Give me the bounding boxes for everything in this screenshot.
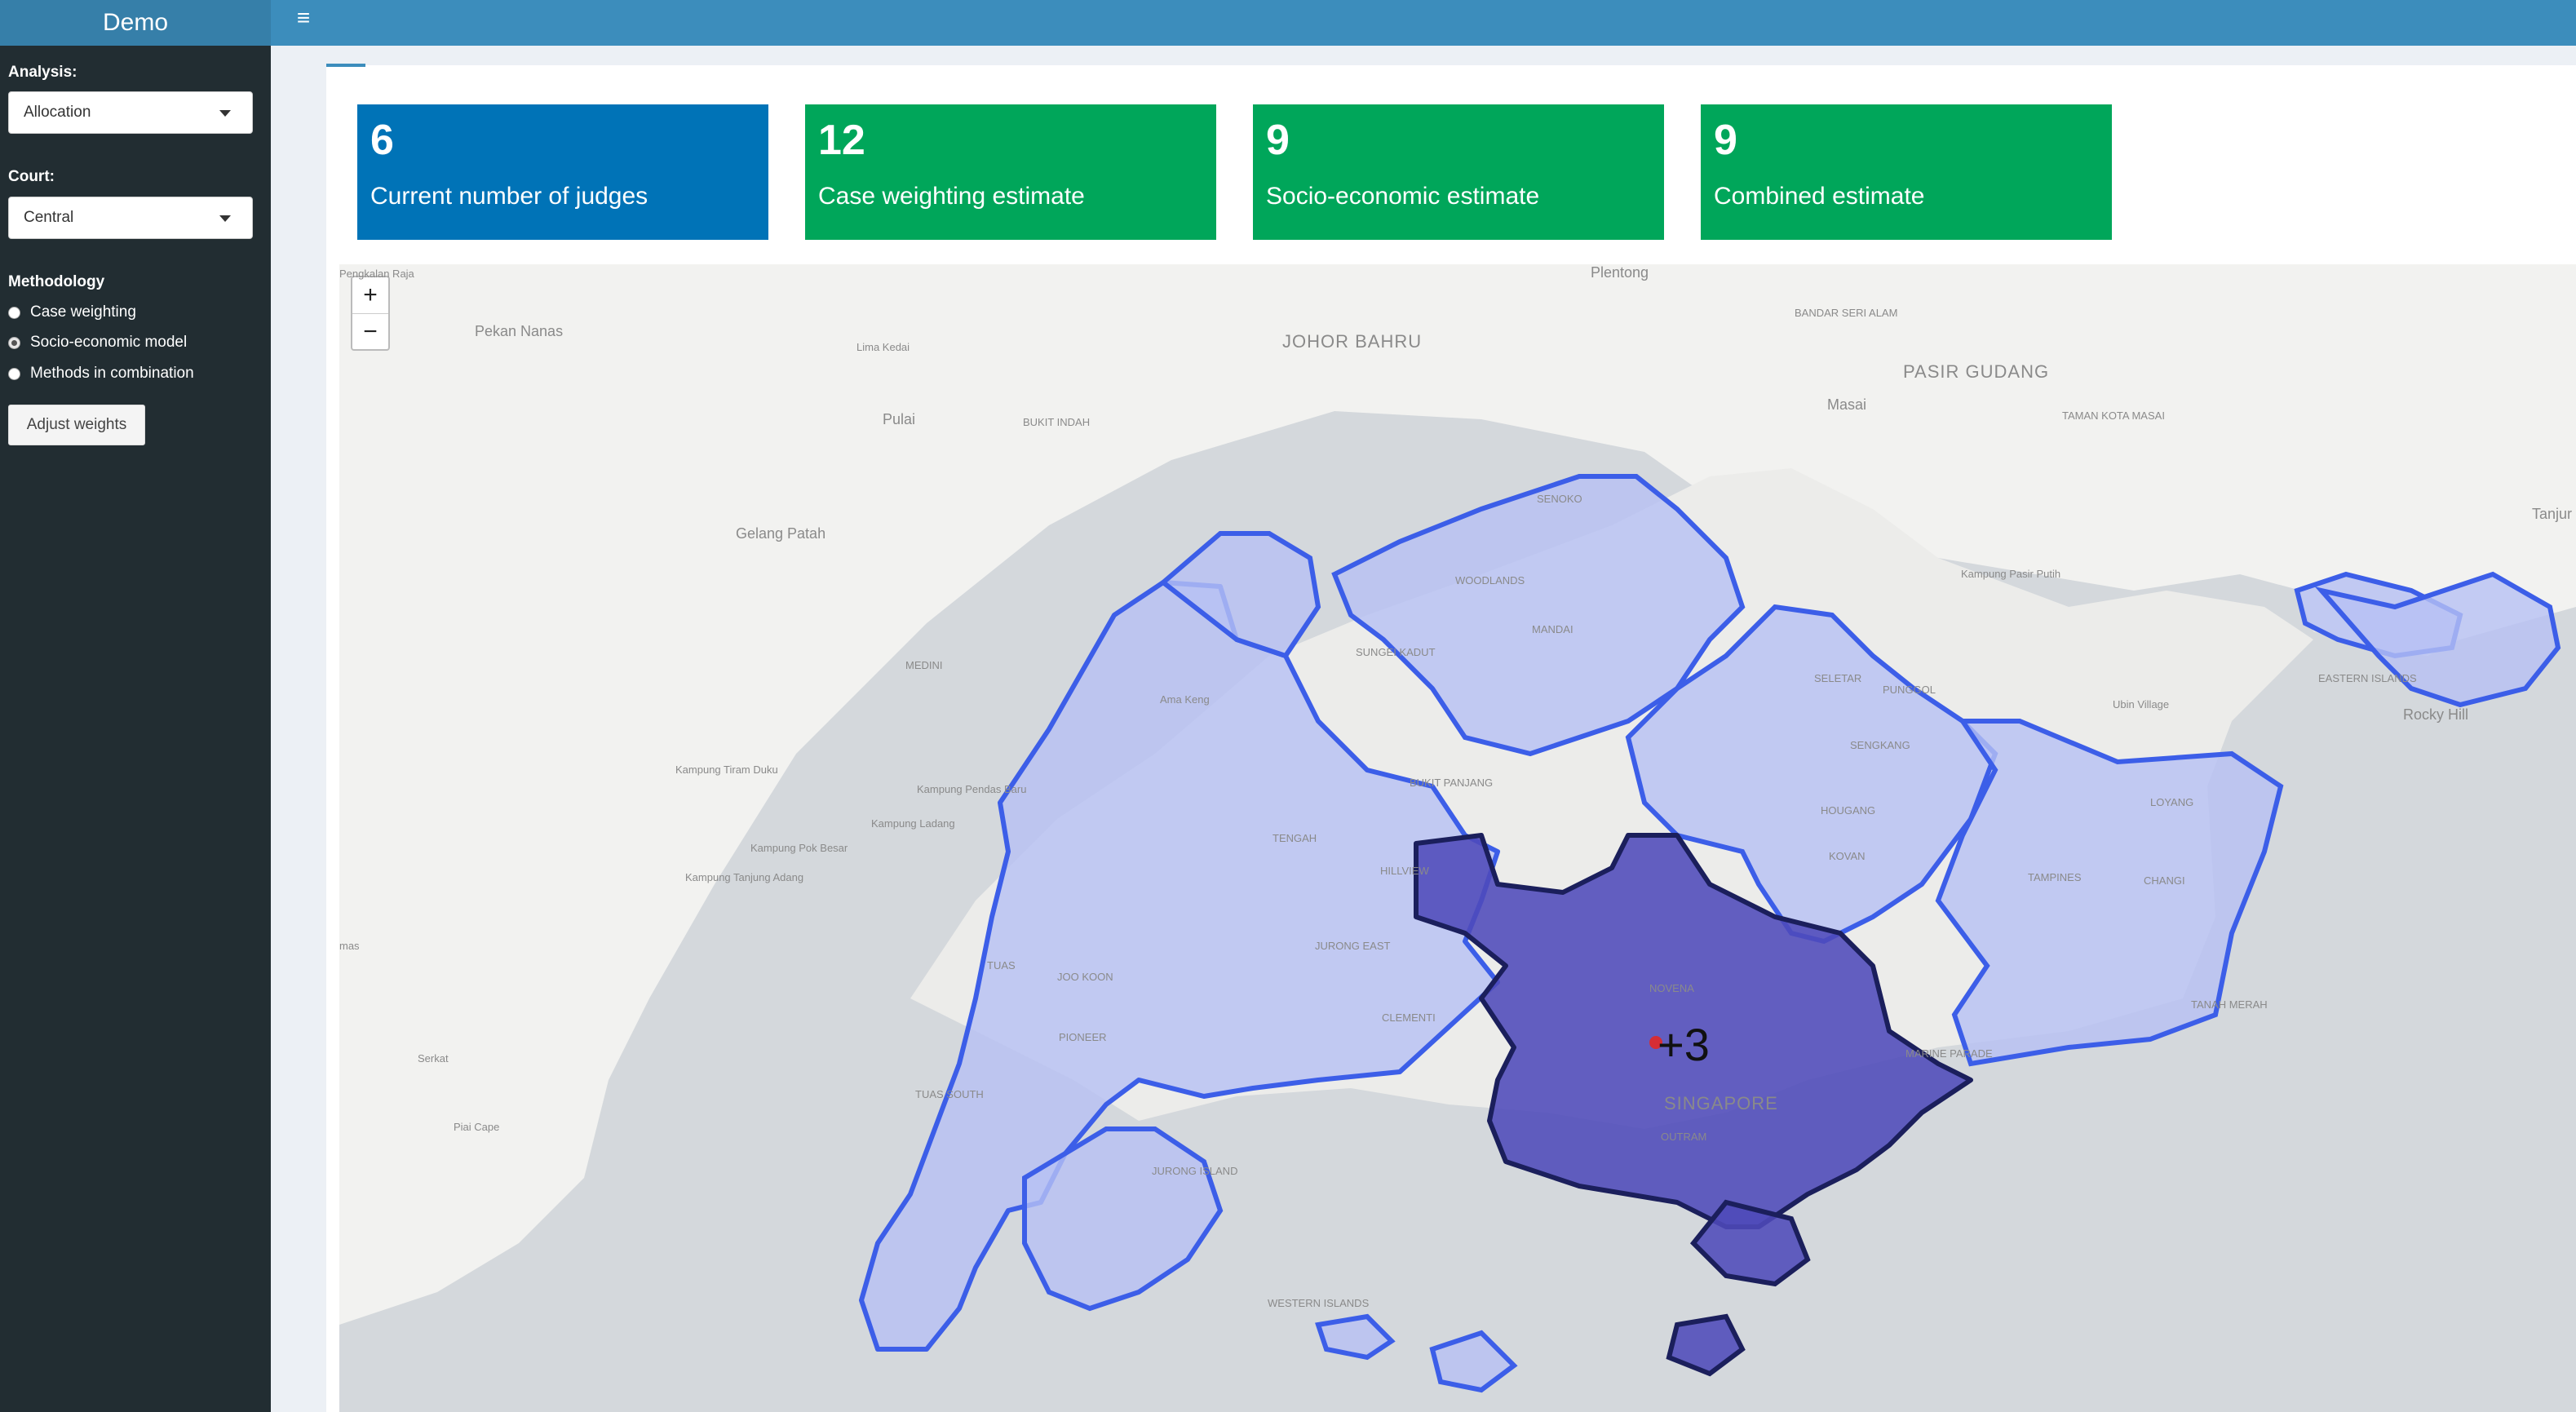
value-box-label: Combined estimate (1714, 183, 1925, 210)
map-label-tanjung: Tanjur (2532, 506, 2573, 522)
map-label-sungei-kadut: SUNGEI KADUT (1356, 646, 1436, 658)
chevron-down-icon (219, 215, 231, 222)
top-navbar: ≡ (271, 0, 2576, 46)
region-central-south (1666, 1199, 1811, 1377)
map-label-pioneer: PIONEER (1059, 1031, 1107, 1043)
map-label-lima-kedai: Lima Kedai (856, 341, 910, 353)
map-label-kampung-tanjung-adang: Kampung Tanjung Adang (685, 871, 804, 883)
adjust-weights-button[interactable]: Adjust weights (8, 405, 145, 445)
radio-case-weighting[interactable]: Case weighting (8, 303, 136, 321)
map-label-pekan-nanas: Pekan Nanas (475, 323, 564, 339)
radio-label: Case weighting (30, 303, 136, 321)
radio-methods-in-combination[interactable]: Methods in combination (8, 365, 194, 383)
map-label-gelang-patah: Gelang Patah (736, 525, 826, 542)
map-label-sengkang: SENGKANG (1850, 739, 1910, 751)
map-label-kampung-pok-besar: Kampung Pok Besar (750, 842, 848, 854)
sidebar-toggle-icon[interactable]: ≡ (287, 3, 320, 36)
analysis-label: Analysis: (8, 64, 77, 81)
zoom-control: + − (351, 276, 390, 351)
radio-label: Methods in combination (30, 365, 194, 382)
map-label-taman-kota-masai: TAMAN KOTA MASAI (2062, 409, 2165, 422)
map-label-ama-keng: Ama Keng (1160, 693, 1210, 706)
value-box-number: 6 (370, 117, 394, 164)
map-label-punggol: PUNGGOL (1883, 684, 1936, 696)
region-southern-islands (1315, 1313, 1518, 1393)
methodology-label: Methodology (8, 273, 105, 290)
court-select-value: Central (24, 209, 74, 226)
sidebar: Analysis: Allocation Court: Central Meth… (0, 46, 271, 1412)
radio-button-icon (8, 367, 20, 380)
map-label-changi: CHANGI (2144, 874, 2185, 887)
map-label-singapore: SINGAPORE (1664, 1093, 1778, 1113)
court-select[interactable]: Central (8, 197, 253, 239)
value-box-case-weighting: 12 Case weighting estimate (805, 104, 1216, 240)
radio-label: Socio-economic model (30, 334, 188, 351)
analysis-select[interactable]: Allocation (8, 91, 253, 134)
value-box-number: 9 (1266, 117, 1290, 164)
map[interactable]: + − JOHOR BAHRU PASIR GUDANG Pekan Nanas… (339, 264, 2576, 1412)
map-canvas[interactable] (339, 264, 2576, 1412)
map-label-joo-koon: JOO KOON (1057, 971, 1113, 983)
map-label-serkat: Serkat (418, 1052, 449, 1065)
map-label-kampung-tiram-duku: Kampung Tiram Duku (675, 764, 778, 776)
map-label-ubin-village: Ubin Village (2113, 698, 2170, 710)
map-label-kampung-pasir-putih: Kampung Pasir Putih (1961, 568, 2061, 580)
map-label-kovan: KOVAN (1829, 850, 1866, 862)
map-label-masai: Masai (1827, 396, 1867, 413)
radio-button-icon (8, 306, 20, 319)
map-label-mas: mas (339, 940, 360, 952)
map-label-tengah: TENGAH (1273, 832, 1317, 844)
map-label-tuas: TUAS (987, 959, 1016, 972)
map-label-hougang: HOUGANG (1821, 804, 1876, 817)
marker-cluster-count[interactable]: +3 (1658, 1018, 1710, 1071)
value-box-socio-economic: 9 Socio-economic estimate (1253, 104, 1664, 240)
map-label-bandar-seri-alam: BANDAR SERI ALAM (1795, 307, 1898, 319)
map-label-jurong-island: JURONG ISLAND (1152, 1165, 1238, 1177)
active-tab-indicator (326, 64, 365, 67)
radio-socio-economic-model[interactable]: Socio-economic model (8, 334, 187, 352)
map-label-woodlands: WOODLANDS (1455, 574, 1525, 586)
map-label-pasir-gudang: PASIR GUDANG (1903, 361, 2050, 382)
value-box-current-judges: 6 Current number of judges (357, 104, 768, 240)
map-label-jurong-east: JURONG EAST (1315, 940, 1391, 952)
value-box-label: Case weighting estimate (818, 183, 1085, 210)
map-label-novena: NOVENA (1649, 982, 1694, 994)
value-box-combined: 9 Combined estimate (1701, 104, 2112, 240)
value-box-label: Current number of judges (370, 183, 648, 210)
radio-button-selected-icon (8, 336, 20, 349)
map-label-western-islands: WESTERN ISLANDS (1268, 1297, 1370, 1309)
map-label-kampung-ladang: Kampung Ladang (871, 817, 955, 830)
map-label-loyang: LOYANG (2150, 796, 2194, 808)
map-label-tuas-south: TUAS SOUTH (915, 1088, 984, 1100)
map-label-johor-bahru: JOHOR BAHRU (1282, 331, 1423, 352)
map-label-outram: OUTRAM (1661, 1131, 1707, 1143)
map-label-pulai: Pulai (883, 411, 916, 427)
map-label-plentong: Plentong (1591, 264, 1649, 281)
map-label-tanah-merah: TANAH MERAH (2191, 998, 2268, 1011)
map-label-tampines: TAMPINES (2028, 871, 2082, 883)
map-label-piai-cape: Piai Cape (454, 1121, 500, 1133)
court-label: Court: (8, 168, 55, 185)
map-label-rocky-hill: Rocky Hill (2403, 706, 2469, 723)
map-label-clementi: CLEMENTI (1382, 1011, 1436, 1024)
map-label-kampung-pendas-baru: Kampung Pendas Baru (917, 783, 1027, 795)
map-label-senoko: SENOKO (1537, 493, 1582, 505)
value-box-number: 9 (1714, 117, 1737, 164)
app-title: Demo (0, 0, 271, 46)
value-box-number: 12 (818, 117, 865, 164)
zoom-in-button[interactable]: + (352, 277, 388, 314)
map-label-hillview: HILLVIEW (1380, 865, 1429, 877)
value-box-label: Socio-economic estimate (1266, 183, 1540, 210)
map-label-mandai: MANDAI (1532, 623, 1573, 635)
map-label-marine-parade: MARINE PARADE (1905, 1047, 1993, 1060)
map-label-eastern-islands: EASTERN ISLANDS (2318, 672, 2417, 684)
zoom-out-button[interactable]: − (352, 314, 388, 350)
map-label-pengkalan-raja: Pengkalan Raja (339, 268, 414, 280)
analysis-select-value: Allocation (24, 104, 91, 121)
map-label-bukit-panjang: BUKIT PANJANG (1410, 777, 1494, 789)
chevron-down-icon (219, 110, 231, 117)
map-label-seletar: SELETAR (1814, 672, 1862, 684)
map-label-bukit-indah: BUKIT INDAH (1023, 416, 1091, 428)
map-label-medini: MEDINI (905, 659, 943, 671)
